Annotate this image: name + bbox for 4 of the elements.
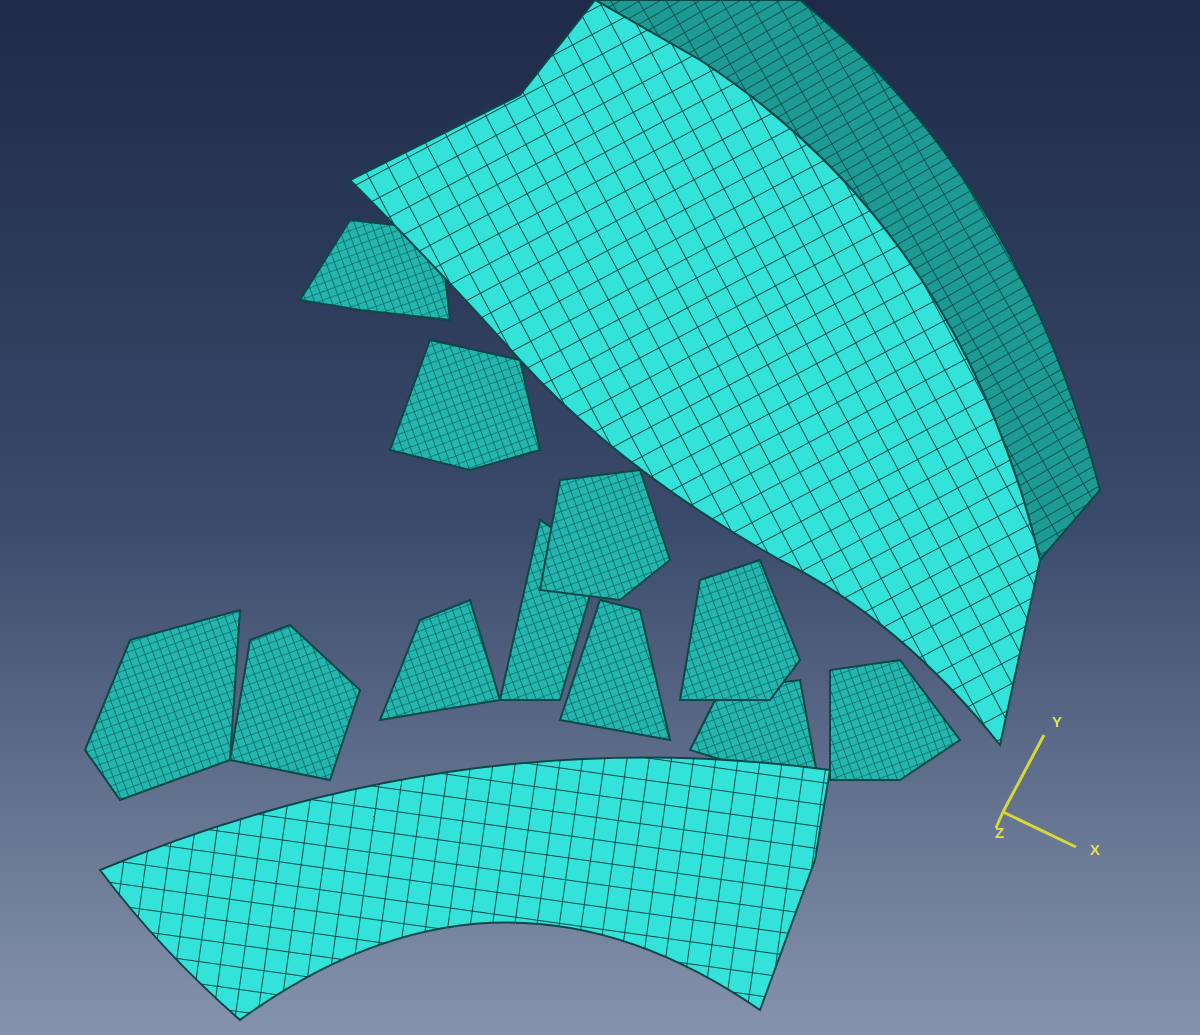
axis-label: X	[1090, 841, 1100, 858]
axis-label: Y	[1052, 713, 1062, 730]
z-axis-line	[994, 811, 1005, 829]
axis-label: Z	[995, 824, 1005, 841]
